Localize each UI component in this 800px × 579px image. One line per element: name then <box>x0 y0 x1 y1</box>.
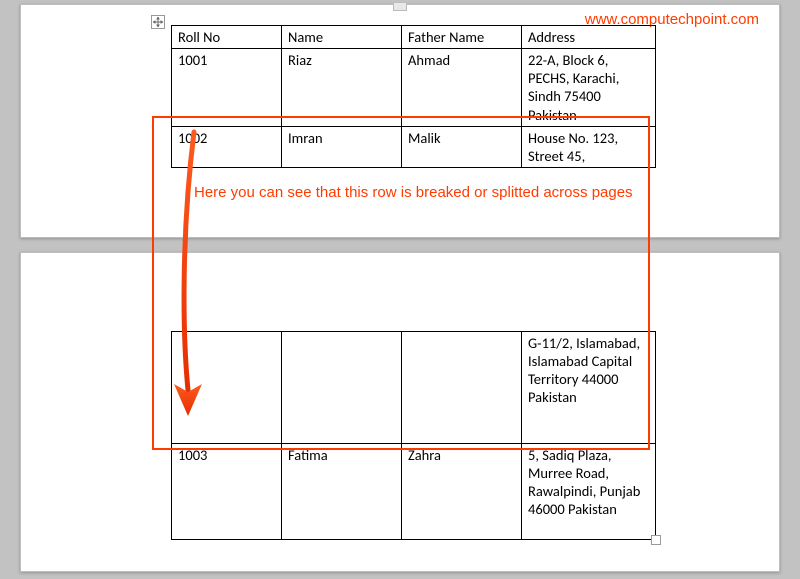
cell-address[interactable]: 22-A, Block 6, PECHS, Karachi, Sindh 754… <box>522 49 656 127</box>
cell-name[interactable] <box>282 332 402 444</box>
data-table-top[interactable]: Roll No Name Father Name Address 1001 Ri… <box>171 25 656 168</box>
page-1: www.computechpoint.com Roll No Name Fath… <box>20 4 780 238</box>
table-row-split-top[interactable]: 1002 Imran Malik House No. 123, Street 4… <box>172 126 656 167</box>
table-row-split-bottom[interactable]: G-11/2, Islamabad, Islamabad Capital Ter… <box>172 332 656 444</box>
data-table-bottom[interactable]: G-11/2, Islamabad, Islamabad Capital Ter… <box>171 331 656 540</box>
table-resize-handle[interactable] <box>651 535 661 545</box>
cell-roll[interactable]: 1001 <box>172 49 282 127</box>
cell-father[interactable]: Ahmad <box>402 49 522 127</box>
cell-name[interactable]: Imran <box>282 126 402 167</box>
header-name[interactable]: Name <box>282 26 402 49</box>
cell-father[interactable] <box>402 332 522 444</box>
table-header-row[interactable]: Roll No Name Father Name Address <box>172 26 656 49</box>
cell-address[interactable]: 5, Sadiq Plaza, Murree Road, Rawalpindi,… <box>522 444 656 540</box>
cell-name[interactable]: Riaz <box>282 49 402 127</box>
cell-roll[interactable]: 1002 <box>172 126 282 167</box>
cell-father[interactable]: Zahra <box>402 444 522 540</box>
cell-address[interactable]: G-11/2, Islamabad, Islamabad Capital Ter… <box>522 332 656 444</box>
table-row[interactable]: 1001 Riaz Ahmad 22-A, Block 6, PECHS, Ka… <box>172 49 656 127</box>
header-father[interactable]: Father Name <box>402 26 522 49</box>
cell-roll[interactable]: 1003 <box>172 444 282 540</box>
cell-father[interactable]: Malik <box>402 126 522 167</box>
cell-name[interactable]: Fatima <box>282 444 402 540</box>
document-canvas: www.computechpoint.com Roll No Name Fath… <box>0 0 800 579</box>
cell-address[interactable]: House No. 123, Street 45, <box>522 126 656 167</box>
page-2: G-11/2, Islamabad, Islamabad Capital Ter… <box>20 252 780 572</box>
header-rollno[interactable]: Roll No <box>172 26 282 49</box>
header-address[interactable]: Address <box>522 26 656 49</box>
cell-roll[interactable] <box>172 332 282 444</box>
table-row[interactable]: 1003 Fatima Zahra 5, Sadiq Plaza, Murree… <box>172 444 656 540</box>
